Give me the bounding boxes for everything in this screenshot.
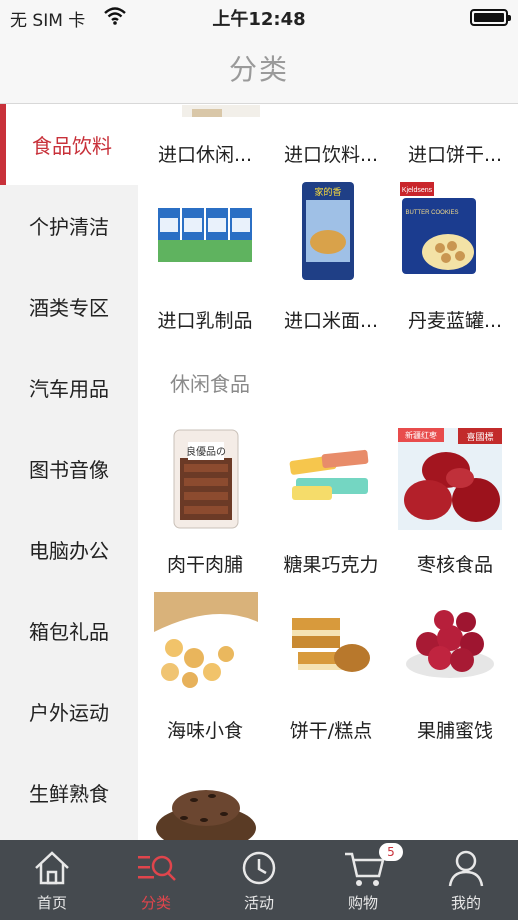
jerky-bag-image: 良優品の — [170, 428, 242, 530]
page-title: 分类 — [228, 53, 289, 86]
red-dates-image: 新疆红枣 喜國標 — [398, 428, 502, 530]
cart-count-badge: 5 — [379, 843, 403, 861]
tab-label: 购物 — [347, 894, 378, 912]
user-icon — [448, 850, 484, 887]
cookie-tin-image: Kjeldsens BUTTER COOKIES — [400, 180, 478, 276]
clock-icon — [242, 851, 276, 885]
sidebar-item-outdoor[interactable]: 户外运动 — [0, 671, 138, 752]
subcategory-imported-biscuits[interactable]: 进口饼干... — [392, 140, 518, 167]
subcategory-label: 枣核食品 — [416, 554, 493, 576]
sidebar-item-liquor[interactable]: 酒类专区 — [0, 266, 138, 347]
sidebar-item-label: 生鲜熟食 — [29, 782, 109, 806]
bottom-tab-bar: 首页 分类 活动 5 购物 我的 — [0, 840, 518, 920]
nav-bar: 分类 — [0, 34, 518, 104]
jerky-brand-text: 良優品の — [186, 445, 226, 458]
status-bar: 无 SIM 卡 上午12:48 — [0, 0, 518, 34]
sidebar-item-label: 箱包礼品 — [29, 620, 109, 644]
section-title-snacks: 休闲食品 — [170, 372, 250, 396]
subcategory-label: 饼干/糕点 — [289, 720, 373, 742]
subcategory-label: 果脯蜜饯 — [416, 720, 493, 742]
clock-time: 上午12:48 — [212, 9, 306, 30]
category-sidebar: 食品饮料 个护清洁 酒类专区 汽车用品 图书音像 电脑办公 箱包礼品 户外运动 … — [0, 104, 138, 840]
cookie-name-text: BUTTER COOKIES — [405, 210, 458, 216]
subcategory-label: 进口乳制品 — [157, 310, 253, 332]
sidebar-item-fresh-food[interactable]: 生鲜熟食 — [0, 752, 138, 833]
tab-home[interactable]: 首页 — [0, 840, 104, 920]
tab-profile[interactable]: 我的 — [414, 840, 518, 920]
battery-icon — [470, 9, 511, 26]
subcategory-imported-snacks[interactable]: 进口休闲... — [142, 140, 268, 167]
sidebar-item-label: 汽车用品 — [29, 377, 109, 401]
dates-tag-text: 新疆红枣 — [405, 430, 437, 440]
subcategory-biscuits-pastry[interactable]: 饼干/糕点 — [268, 716, 394, 743]
wafers-image — [288, 612, 372, 680]
subcategory-label: 丹麦蓝罐... — [407, 310, 503, 332]
home-icon — [35, 851, 69, 885]
subcategory-imported-rice-flour[interactable]: 进口米面... — [268, 306, 394, 333]
subcategory-dates[interactable]: 枣核食品 — [392, 550, 518, 577]
sidebar-item-auto[interactable]: 汽车用品 — [0, 347, 138, 428]
subcategory-label: 糖果巧克力 — [283, 554, 379, 576]
roasted-seeds-image[interactable] — [154, 778, 258, 840]
sidebar-item-computer-office[interactable]: 电脑办公 — [0, 509, 138, 590]
sidebar-item-personal-care[interactable]: 个护清洁 — [0, 185, 138, 266]
tab-label: 活动 — [243, 894, 274, 912]
sidebar-item-food-drinks[interactable]: 食品饮料 — [0, 104, 138, 185]
tab-category[interactable]: 分类 — [104, 840, 208, 920]
subcategory-label: 进口饼干... — [407, 144, 503, 166]
subcategory-label: 进口休闲... — [157, 144, 253, 166]
sidebar-item-label: 个护清洁 — [29, 215, 109, 239]
subcategory-imported-drinks[interactable]: 进口饮料... — [268, 140, 394, 167]
dried-scallops-image — [154, 592, 258, 692]
rice-brand-text: 家的香 — [314, 186, 341, 197]
cookie-brand-text: Kjeldsens — [402, 187, 433, 194]
sidebar-item-bags-gifts[interactable]: 箱包礼品 — [0, 590, 138, 671]
tab-label: 我的 — [450, 894, 481, 912]
sidebar-item-books-media[interactable]: 图书音像 — [0, 428, 138, 509]
sidebar-item-label: 户外运动 — [29, 701, 109, 725]
subcategory-label: 进口米面... — [283, 310, 379, 332]
category-search-icon — [138, 855, 176, 881]
subcategory-label: 进口饮料... — [283, 144, 379, 166]
sidebar-item-label: 酒类专区 — [29, 296, 109, 320]
candy-bars-image — [288, 448, 370, 510]
subcategory-danish-cookies[interactable]: 丹麦蓝罐... — [392, 306, 518, 333]
tab-cart[interactable]: 5 购物 — [311, 840, 415, 920]
preserved-fruit-image — [404, 604, 496, 680]
subcategory-preserved-fruit[interactable]: 果脯蜜饯 — [392, 716, 518, 743]
category-content: 进口休闲... 进口饮料... 进口饼干... 家的香 Kjeldsens BU… — [138, 104, 518, 840]
subcategory-jerky[interactable]: 肉干肉脯 — [142, 550, 268, 577]
tab-activity[interactable]: 活动 — [207, 840, 311, 920]
subcategory-label: 海味小食 — [166, 720, 243, 742]
sidebar-item-label: 图书音像 — [29, 458, 109, 482]
snack-package-image — [182, 104, 260, 118]
subcategory-label: 肉干肉脯 — [166, 554, 243, 576]
tab-label: 首页 — [36, 894, 67, 912]
subcategory-candy-chocolate[interactable]: 糖果巧克力 — [268, 550, 394, 577]
milk-cartons-image — [158, 204, 254, 266]
sidebar-item-label: 食品饮料 — [32, 134, 112, 158]
dates-brand-text: 喜國標 — [466, 431, 493, 443]
sidebar-item-label: 电脑办公 — [29, 539, 109, 563]
rice-bag-image: 家的香 — [298, 182, 358, 282]
tab-label: 分类 — [140, 894, 171, 912]
subcategory-seafood-snacks[interactable]: 海味小食 — [142, 716, 268, 743]
subcategory-imported-dairy[interactable]: 进口乳制品 — [142, 306, 268, 333]
